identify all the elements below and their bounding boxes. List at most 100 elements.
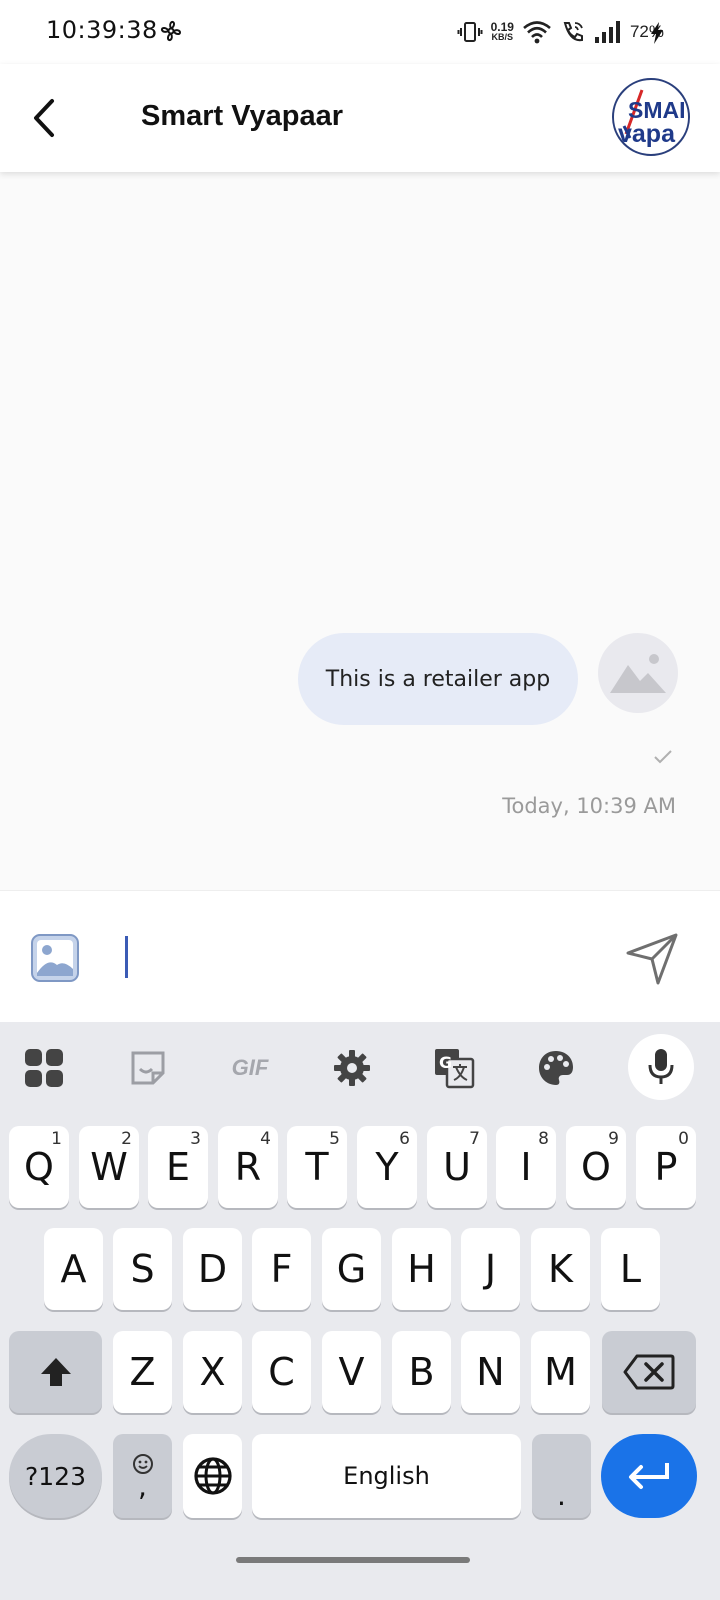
key-label: E [165, 1145, 190, 1189]
key-b[interactable]: B [392, 1331, 451, 1413]
key-a[interactable]: A [44, 1228, 103, 1310]
key-i[interactable]: I8 [496, 1126, 556, 1208]
key-e[interactable]: E3 [148, 1126, 208, 1208]
globe-icon [193, 1457, 232, 1495]
status-time: 10:39:38 [46, 16, 158, 44]
key-p[interactable]: P0 [636, 1126, 696, 1208]
enter-key[interactable] [601, 1434, 697, 1518]
key-hint: 6 [399, 1129, 410, 1149]
key-h[interactable]: H [392, 1228, 451, 1310]
vibrate-icon [457, 22, 483, 42]
back-arrow-icon [34, 99, 54, 137]
net-speed: 0.19 KB/S [490, 20, 514, 42]
app-bar: Smart Vyapaar SMAI vapa [0, 64, 720, 172]
symbols-key[interactable]: ?123 [9, 1434, 102, 1518]
key-j[interactable]: J [461, 1228, 520, 1310]
key-label: I [520, 1145, 532, 1189]
svg-text:G: G [439, 1053, 452, 1072]
key-label: W [90, 1145, 128, 1189]
message-bubble[interactable]: This is a retailer app [298, 633, 578, 725]
backspace-icon [623, 1354, 675, 1390]
back-button[interactable] [22, 94, 66, 142]
net-speed-value: 0.19 [490, 20, 514, 34]
key-label: Y [375, 1145, 399, 1189]
period-key[interactable]: . [532, 1434, 591, 1518]
key-u[interactable]: U7 [427, 1126, 487, 1208]
chat-area[interactable]: This is a retailer app Today, 10:39 AM [0, 172, 720, 890]
key-f[interactable]: F [252, 1228, 311, 1310]
message-timestamp: Today, 10:39 AM [502, 794, 676, 818]
sent-check-icon [654, 750, 672, 764]
key-g[interactable]: G [322, 1228, 381, 1310]
key-t[interactable]: T5 [287, 1126, 347, 1208]
shift-key[interactable] [9, 1331, 102, 1413]
backspace-key[interactable] [602, 1331, 696, 1413]
key-n[interactable]: N [461, 1331, 520, 1413]
gif-icon[interactable]: GIF [226, 1044, 274, 1092]
key-m[interactable]: M [531, 1331, 590, 1413]
space-key[interactable]: English [252, 1434, 521, 1518]
key-d[interactable]: D [183, 1228, 242, 1310]
message-composer [0, 890, 720, 1022]
key-o[interactable]: O9 [566, 1126, 626, 1208]
attach-image-button[interactable] [30, 933, 80, 983]
key-hint: 9 [608, 1129, 619, 1149]
key-label: U [443, 1145, 471, 1189]
key-label: O [581, 1145, 611, 1189]
key-q[interactable]: Q1 [9, 1126, 69, 1208]
comma-key[interactable]: , [113, 1434, 172, 1518]
send-icon [626, 933, 678, 985]
key-hint: 7 [469, 1129, 480, 1149]
mic-icon [648, 1049, 674, 1084]
key-r[interactable]: R4 [218, 1126, 278, 1208]
key-v[interactable]: V [322, 1331, 381, 1413]
key-hint: 8 [538, 1129, 549, 1149]
text-caret [125, 936, 128, 978]
key-label: R [234, 1145, 262, 1189]
message-input[interactable] [110, 921, 590, 995]
gallery-icon [31, 934, 79, 982]
home-indicator[interactable] [236, 1557, 470, 1563]
signal-icon [594, 21, 620, 43]
key-hint: 4 [260, 1129, 271, 1149]
key-c[interactable]: C [252, 1331, 311, 1413]
key-hint: 1 [51, 1129, 62, 1149]
key-l[interactable]: L [601, 1228, 660, 1310]
key-s[interactable]: S [113, 1228, 172, 1310]
fan-icon [160, 20, 182, 42]
shift-icon [40, 1358, 71, 1386]
translate-icon[interactable]: G [430, 1044, 478, 1092]
key-w[interactable]: W2 [79, 1126, 139, 1208]
voice-input-button[interactable] [628, 1034, 694, 1100]
key-label: P [654, 1145, 678, 1189]
app-logo[interactable]: SMAI vapa [612, 78, 690, 156]
sticker-icon[interactable] [124, 1044, 172, 1092]
language-key[interactable] [183, 1434, 242, 1518]
net-speed-unit: KB/S [491, 32, 514, 42]
key-hint: 2 [121, 1129, 132, 1149]
status-bar: 10:39:38 0.19 KB/S 72% [0, 0, 720, 64]
logo-text-bottom: vapa [618, 120, 675, 148]
key-z[interactable]: Z [113, 1331, 172, 1413]
send-button[interactable] [624, 931, 680, 987]
settings-icon[interactable] [328, 1044, 376, 1092]
apps-icon[interactable] [20, 1044, 68, 1092]
sender-avatar [598, 633, 678, 713]
wifi-icon [523, 21, 551, 44]
key-hint: 5 [329, 1129, 340, 1149]
page-title: Smart Vyapaar [141, 100, 344, 132]
status-icons: 0.19 KB/S 72% [457, 16, 664, 48]
palette-icon[interactable] [532, 1044, 580, 1092]
key-label: Q [24, 1145, 54, 1189]
enter-icon [629, 1463, 669, 1489]
key-hint: 0 [678, 1129, 689, 1149]
image-placeholder-icon [610, 654, 666, 693]
key-y[interactable]: Y6 [357, 1126, 417, 1208]
charging-icon [651, 22, 663, 44]
key-label: T [305, 1145, 329, 1189]
wifi-call-icon [563, 22, 583, 42]
key-k[interactable]: K [531, 1228, 590, 1310]
comma-label: , [138, 1470, 147, 1503]
keyboard-toolbar: GIF G [0, 1022, 720, 1114]
key-x[interactable]: X [183, 1331, 242, 1413]
